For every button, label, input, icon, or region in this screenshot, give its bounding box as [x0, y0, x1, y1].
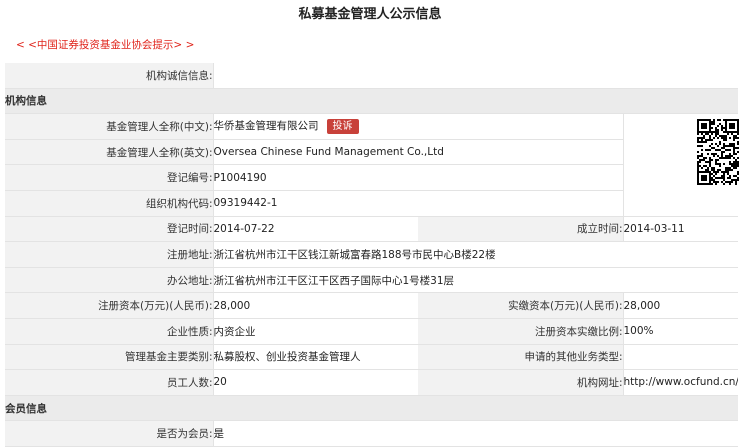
reg-time-label: 登记时间:: [5, 216, 213, 243]
office-addr-label: 办公地址:: [5, 267, 213, 294]
reg-no-label: 登记编号:: [5, 164, 213, 191]
association-hint-link[interactable]: < <中国证券投资基金业协会提示> >: [16, 38, 194, 52]
name-cn-row: 基金管理人全称(中文): 华侨基金管理有限公司 投诉: [5, 113, 739, 217]
name-en-value: Oversea Chinese Fund Management Co.,Ltd: [212, 139, 623, 166]
other-biz-value: [622, 344, 739, 371]
fund-type-value: 私募股权、创业投资基金管理人: [212, 344, 418, 371]
name-en-label: 基金管理人全称(英文):: [5, 139, 213, 166]
reg-capital-value: 28,000: [212, 292, 418, 319]
nature-label: 企业性质:: [5, 318, 213, 345]
found-time-value: 2014-03-11: [622, 216, 739, 243]
page-title: 私募基金管理人公示信息: [298, 7, 442, 22]
nature-value: 内资企业: [212, 318, 418, 345]
nature-row: 企业性质: 内资企业 注册资本实缴比例: 100%: [5, 318, 739, 345]
reg-addr-value: 浙江省杭州市江干区钱江新城富春路188号市民中心B楼22楼: [212, 241, 739, 268]
org-code-value: 09319442-1: [212, 190, 623, 217]
complaint-button[interactable]: 投诉: [326, 119, 359, 135]
org-section-row: 机构信息: [5, 88, 739, 115]
paid-ratio-value: 100%: [622, 318, 739, 345]
reg-time-value: 2014-07-22: [212, 216, 418, 243]
integrity-row: 机构诚信信息:: [5, 63, 739, 89]
staff-row: 员工人数: 20 机构网址: http://www.ocfund.cn/: [5, 369, 739, 396]
org-code-label: 组织机构代码:: [5, 190, 213, 217]
paid-ratio-label: 注册资本实缴比例:: [418, 318, 623, 345]
name-cn-label: 基金管理人全称(中文):: [5, 113, 213, 140]
integrity-value: [212, 63, 739, 89]
is-member-label: 是否为会员:: [5, 420, 213, 447]
times-row: 登记时间: 2014-07-22 成立时间: 2014-03-11: [5, 216, 739, 243]
paid-capital-label: 实缴资本(万元)(人民币):: [418, 292, 623, 319]
fund-type-label: 管理基金主要类别:: [5, 344, 213, 371]
reg-addr-row: 注册地址: 浙江省杭州市江干区钱江新城富春路188号市民中心B楼22楼: [5, 241, 739, 268]
reg-capital-label: 注册资本(万元)(人民币):: [5, 292, 213, 319]
staff-label: 员工人数:: [5, 369, 213, 396]
website-link[interactable]: http://www.ocfund.cn/: [622, 369, 739, 396]
fund-type-row: 管理基金主要类别: 私募股权、创业投资基金管理人 申请的其他业务类型:: [5, 344, 739, 371]
other-biz-label: 申请的其他业务类型:: [418, 344, 623, 371]
office-addr-row: 办公地址: 浙江省杭州市江干区江干区西子国际中心1号楼31层: [5, 267, 739, 294]
reg-no-value: P1004190: [212, 164, 623, 191]
is-member-row: 是否为会员: 是: [5, 420, 739, 447]
integrity-label: 机构诚信信息:: [5, 63, 213, 89]
is-member-value: 是: [212, 420, 739, 447]
qr-code-icon: [697, 119, 739, 185]
name-cn-value: 华侨基金管理有限公司: [213, 120, 319, 133]
found-time-label: 成立时间:: [418, 216, 623, 243]
member-section-title: 会员信息: [5, 395, 739, 422]
office-addr-value: 浙江省杭州市江干区江干区西子国际中心1号楼31层: [212, 267, 739, 294]
member-section-row: 会员信息: [5, 395, 739, 422]
org-section-title: 机构信息: [5, 88, 739, 115]
staff-value: 20: [212, 369, 418, 396]
website-label: 机构网址:: [418, 369, 623, 396]
manager-info-table: 机构诚信信息: 机构信息 基金管理人全称(中文): 华侨基金管理有限公司 投诉 基…: [5, 63, 739, 447]
capital-row: 注册资本(万元)(人民币): 28,000 实缴资本(万元)(人民币): 28,…: [5, 292, 739, 319]
reg-addr-label: 注册地址:: [5, 241, 213, 268]
paid-capital-value: 28,000: [622, 292, 739, 319]
name-cn-cell: 华侨基金管理有限公司 投诉: [212, 113, 623, 140]
